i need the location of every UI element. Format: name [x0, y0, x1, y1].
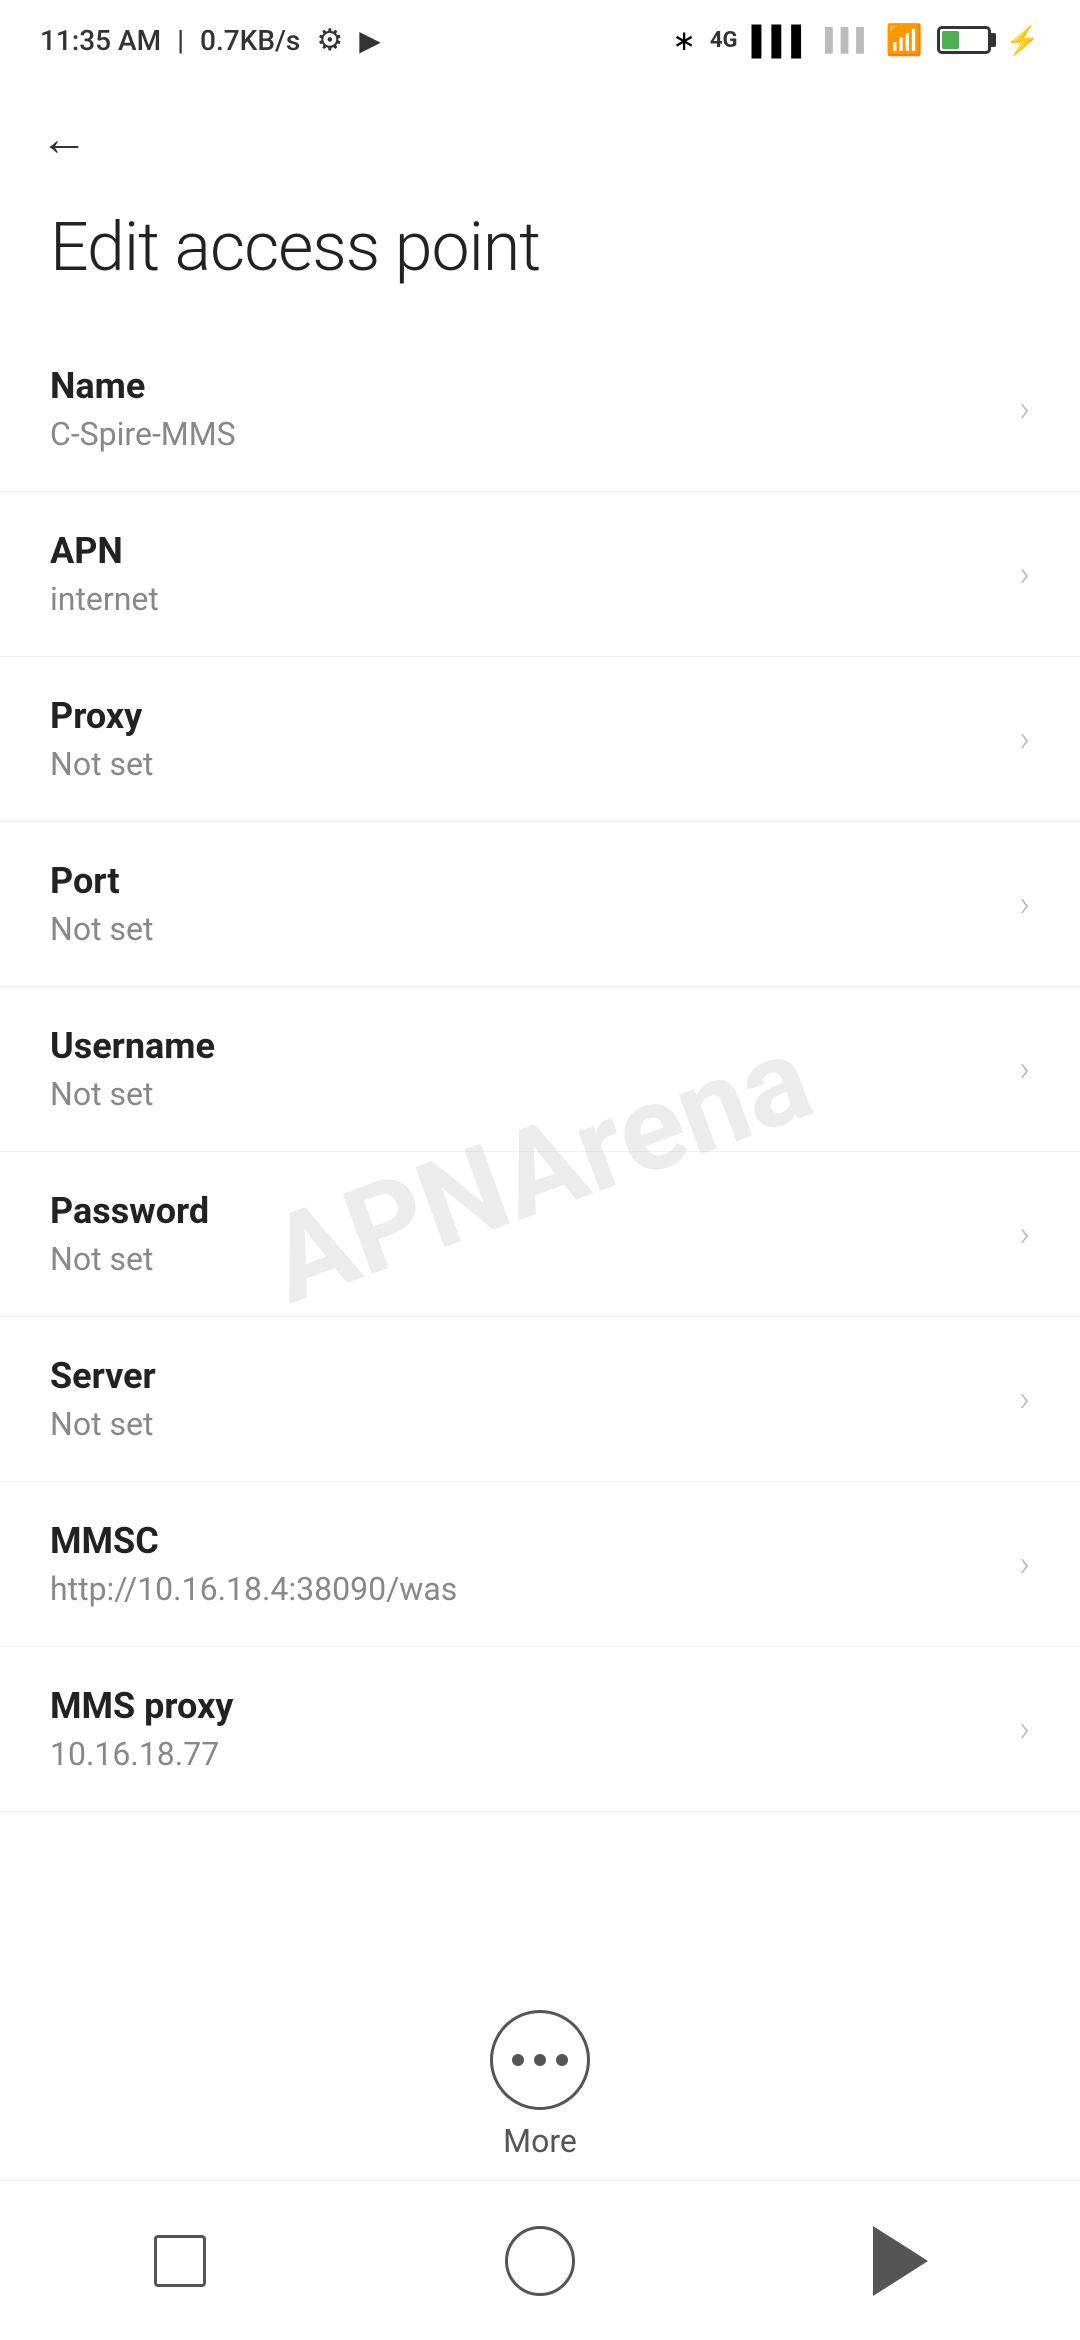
settings-item-apn[interactable]: APN internet ›: [0, 492, 1080, 657]
status-right: ∗ 4G ▌▌▌ ▌▌▌ 📶 ⚡: [672, 23, 1040, 58]
video-icon: ▶: [359, 24, 381, 57]
item-label-3: Port: [50, 860, 999, 902]
chevron-right-icon: ›: [1019, 883, 1030, 925]
item-value-6: Not set: [50, 1405, 999, 1443]
settings-list: Name C-Spire-MMS › APN internet › Proxy Not set…: [0, 327, 1080, 1812]
battery-container: [937, 26, 991, 54]
more-dots-icon: [512, 2054, 568, 2066]
more-button[interactable]: More: [490, 2010, 590, 2160]
item-label-0: Name: [50, 365, 999, 407]
item-label-6: Server: [50, 1355, 999, 1397]
item-content: APN internet: [50, 530, 999, 618]
item-content: MMS proxy 10.16.18.77: [50, 1685, 999, 1773]
item-label-1: APN: [50, 530, 999, 572]
chevron-right-icon: ›: [1019, 1048, 1030, 1090]
chevron-right-icon: ›: [1019, 1708, 1030, 1750]
status-time: 11:35 AM: [40, 24, 161, 57]
wifi-icon: 📶: [886, 23, 923, 58]
settings-item-proxy[interactable]: Proxy Not set ›: [0, 657, 1080, 822]
item-content: Proxy Not set: [50, 695, 999, 783]
signal-bars-icon: ▌▌▌: [751, 24, 811, 57]
signal-4g-icon: 4G: [710, 28, 738, 53]
settings-item-mms-proxy[interactable]: MMS proxy 10.16.18.77 ›: [0, 1647, 1080, 1812]
item-content: Password Not set: [50, 1190, 999, 1278]
settings-item-username[interactable]: Username Not set ›: [0, 987, 1080, 1152]
item-value-2: Not set: [50, 745, 999, 783]
item-content: MMSC http://10.16.18.4:38090/was: [50, 1520, 999, 1608]
settings-item-server[interactable]: Server Not set ›: [0, 1317, 1080, 1482]
charging-icon: ⚡: [1005, 24, 1040, 57]
item-label-4: Username: [50, 1025, 999, 1067]
home-icon: [505, 2226, 575, 2296]
status-network-speed: 0.7KB/s: [200, 24, 300, 57]
settings-item-name[interactable]: Name C-Spire-MMS ›: [0, 327, 1080, 492]
status-bar: 11:35 AM | 0.7KB/s ⚙ ▶ ∗ 4G ▌▌▌ ▌▌▌ 📶 ⚡: [0, 0, 1080, 80]
back-button[interactable]: ←: [0, 80, 1080, 177]
item-label-7: MMSC: [50, 1520, 999, 1562]
battery-fill: [942, 31, 959, 49]
nav-home-button[interactable]: [480, 2221, 600, 2301]
settings-item-mmsc[interactable]: MMSC http://10.16.18.4:38090/was ›: [0, 1482, 1080, 1647]
item-value-7: http://10.16.18.4:38090/was: [50, 1570, 999, 1608]
nav-recent-button[interactable]: [120, 2221, 240, 2301]
chevron-right-icon: ›: [1019, 1213, 1030, 1255]
item-value-3: Not set: [50, 910, 999, 948]
item-content: Server Not set: [50, 1355, 999, 1443]
item-value-0: C-Spire-MMS: [50, 415, 999, 453]
signal-bars2-icon: ▌▌▌: [825, 27, 872, 53]
item-label-8: MMS proxy: [50, 1685, 999, 1727]
page-title: Edit access point: [0, 177, 1080, 327]
status-speed: |: [177, 24, 184, 57]
item-value-5: Not set: [50, 1240, 999, 1278]
item-label-5: Password: [50, 1190, 999, 1232]
item-content: Username Not set: [50, 1025, 999, 1113]
chevron-right-icon: ›: [1019, 1378, 1030, 1420]
more-label: More: [503, 2122, 577, 2160]
back-arrow-icon: ←: [40, 110, 88, 167]
item-content: Name C-Spire-MMS: [50, 365, 999, 453]
settings-icon: ⚙: [316, 23, 343, 58]
bluetooth-icon: ∗: [672, 24, 695, 57]
recent-apps-icon: [154, 2235, 206, 2287]
item-value-8: 10.16.18.77: [50, 1735, 999, 1773]
item-value-4: Not set: [50, 1075, 999, 1113]
chevron-right-icon: ›: [1019, 718, 1030, 760]
item-label-2: Proxy: [50, 695, 999, 737]
more-circle-icon: [490, 2010, 590, 2110]
item-value-1: internet: [50, 580, 999, 618]
status-left: 11:35 AM | 0.7KB/s ⚙ ▶: [40, 23, 381, 58]
battery-box: [937, 26, 991, 54]
nav-back-button[interactable]: [840, 2221, 960, 2301]
navigation-bar: [0, 2180, 1080, 2340]
back-nav-icon: [873, 2226, 928, 2296]
item-content: Port Not set: [50, 860, 999, 948]
chevron-right-icon: ›: [1019, 1543, 1030, 1585]
chevron-right-icon: ›: [1019, 388, 1030, 430]
chevron-right-icon: ›: [1019, 553, 1030, 595]
settings-item-port[interactable]: Port Not set ›: [0, 822, 1080, 987]
settings-item-password[interactable]: Password Not set ›: [0, 1152, 1080, 1317]
